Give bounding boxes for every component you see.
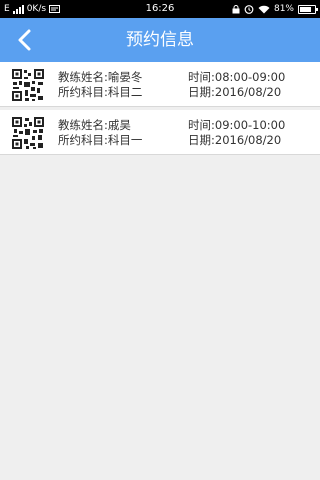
time-slot: 时间:08:00-09:00 — [188, 70, 286, 84]
appointment-item[interactable]: 教练姓名:喻晏冬 所约科目:科目二 时间:08:00-09:00 日期:2016… — [0, 62, 320, 107]
back-button[interactable] — [8, 24, 40, 56]
coach-name: 教练姓名:戚昊 — [58, 118, 131, 132]
subject: 所约科目:科目二 — [58, 85, 143, 99]
subject: 所约科目:科目一 — [58, 133, 143, 147]
qr-code-icon — [11, 116, 45, 150]
appointment-item[interactable]: 教练姓名:戚昊 所约科目:科目一 时间:09:00-10:00 日期:2016/… — [0, 110, 320, 155]
coach-name: 教练姓名:喻晏冬 — [58, 70, 143, 84]
status-bar: E 0K/s 16:26 81% — [0, 0, 320, 18]
navbar: 预约信息 — [0, 18, 320, 62]
alarm-icon — [244, 5, 254, 14]
status-right: 81% — [232, 0, 318, 18]
lock-icon — [232, 4, 240, 13]
qr-code-icon — [11, 68, 45, 102]
battery-icon — [298, 4, 318, 14]
chevron-left-icon — [18, 29, 31, 51]
date: 日期:2016/08/20 — [188, 85, 282, 99]
time-slot: 时间:09:00-10:00 — [188, 118, 286, 132]
date: 日期:2016/08/20 — [188, 133, 282, 147]
appointment-list: 教练姓名:喻晏冬 所约科目:科目二 时间:08:00-09:00 日期:2016… — [0, 62, 320, 158]
battery-percent: 81% — [273, 4, 294, 14]
page-title: 预约信息 — [126, 30, 194, 50]
wifi-icon — [258, 5, 270, 13]
